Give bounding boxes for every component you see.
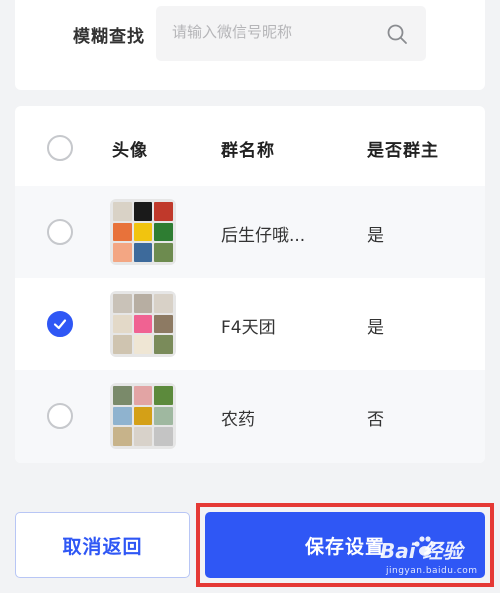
table-row[interactable]: 农药 否 <box>15 370 485 463</box>
watermark-url: jingyan.baidu.com <box>386 566 478 576</box>
header-group-name: 群名称 <box>221 141 275 161</box>
row-radio-checked[interactable] <box>47 311 73 337</box>
row-radio[interactable] <box>47 219 73 245</box>
select-all-radio[interactable] <box>47 135 73 161</box>
row-group-name: 农药 <box>221 410 255 430</box>
row-group-name: F4天团 <box>221 318 276 338</box>
row-is-owner: 是 <box>367 226 384 246</box>
row-radio[interactable] <box>47 403 73 429</box>
header-avatar: 头像 <box>112 141 148 161</box>
group-avatar <box>110 199 176 265</box>
cancel-button[interactable]: 取消返回 <box>15 512 190 578</box>
search-icon[interactable] <box>386 23 408 45</box>
group-table: 头像 群名称 是否群主 后生仔哦... 是 F4天团 是 农药 否 <box>15 106 485 463</box>
row-group-name: 后生仔哦... <box>221 226 306 246</box>
search-card: 模糊查找 <box>15 0 485 90</box>
search-input[interactable] <box>172 23 372 41</box>
table-row[interactable]: F4天团 是 <box>15 278 485 370</box>
search-box[interactable] <box>156 6 426 61</box>
checkmark-icon <box>53 319 67 330</box>
search-label: 模糊查找 <box>73 27 145 47</box>
group-avatar <box>110 383 176 449</box>
row-is-owner: 是 <box>367 318 384 338</box>
header-is-owner: 是否群主 <box>367 141 439 161</box>
paw-icon <box>412 535 438 563</box>
table-row[interactable]: 后生仔哦... 是 <box>15 186 485 278</box>
row-is-owner: 否 <box>367 410 384 430</box>
table-header-row: 头像 群名称 是否群主 <box>15 106 485 186</box>
group-avatar <box>110 291 176 357</box>
